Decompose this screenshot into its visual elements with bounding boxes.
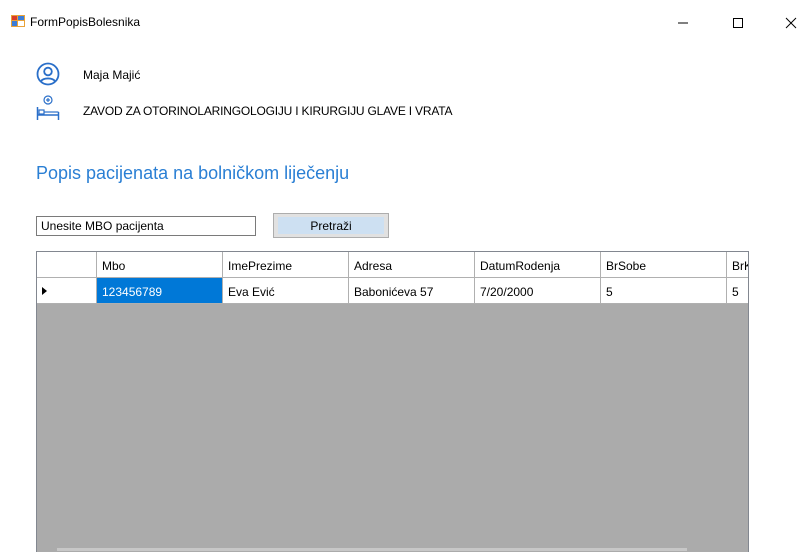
cell-adresa[interactable]: Babonićeva 57: [349, 278, 475, 304]
patients-grid[interactable]: Mbo ImePrezime Adresa DatumRodenja BrSob…: [36, 251, 749, 552]
hospital-bed-icon: [36, 95, 60, 120]
table-row[interactable]: 123456789 Eva Ević Babonićeva 57 7/20/20…: [37, 278, 748, 304]
row-header-corner[interactable]: [37, 252, 97, 278]
cell-brkre[interactable]: 5: [727, 278, 748, 304]
column-header-imeprezime[interactable]: ImePrezime: [223, 252, 349, 278]
minimize-button[interactable]: [663, 8, 703, 38]
cell-datumrodenja[interactable]: 7/20/2000: [475, 278, 601, 304]
horizontal-scrollbar[interactable]: [57, 548, 687, 551]
grid-header: Mbo ImePrezime Adresa DatumRodenja BrSob…: [37, 252, 748, 278]
mbo-search-input[interactable]: [36, 216, 256, 236]
user-circle-icon: [36, 62, 60, 86]
maximize-icon: [733, 18, 743, 28]
column-header-datumrodenja[interactable]: DatumRodenja: [475, 252, 601, 278]
department-name: ZAVOD ZA OTORINOLARINGOLOGIJU I KIRURGIJ…: [83, 104, 453, 118]
row-header[interactable]: [37, 278, 97, 304]
search-button[interactable]: Pretraži: [273, 213, 389, 238]
close-icon: [785, 17, 797, 29]
column-header-brkre[interactable]: BrKre: [727, 252, 748, 278]
page-title: Popis pacijenata na bolničkom liječenju: [36, 163, 350, 183]
cell-brsobe[interactable]: 5: [601, 278, 727, 304]
user-name: Maja Majić: [83, 68, 141, 82]
title-bar: FormPopisBolesnika: [0, 0, 803, 42]
cell-mbo[interactable]: 123456789: [97, 278, 223, 304]
search-button-label: Pretraži: [278, 217, 384, 234]
minimize-icon: [678, 22, 688, 24]
column-header-mbo[interactable]: Mbo: [97, 252, 223, 278]
form-icon: [11, 15, 25, 27]
column-header-adresa[interactable]: Adresa: [349, 252, 475, 278]
column-header-brsobe[interactable]: BrSobe: [601, 252, 727, 278]
window-title: FormPopisBolesnika: [30, 15, 141, 29]
cell-imeprezime[interactable]: Eva Ević: [223, 278, 349, 304]
maximize-button[interactable]: [718, 8, 758, 38]
close-button[interactable]: [771, 8, 803, 38]
current-row-arrow-icon: [42, 287, 47, 295]
